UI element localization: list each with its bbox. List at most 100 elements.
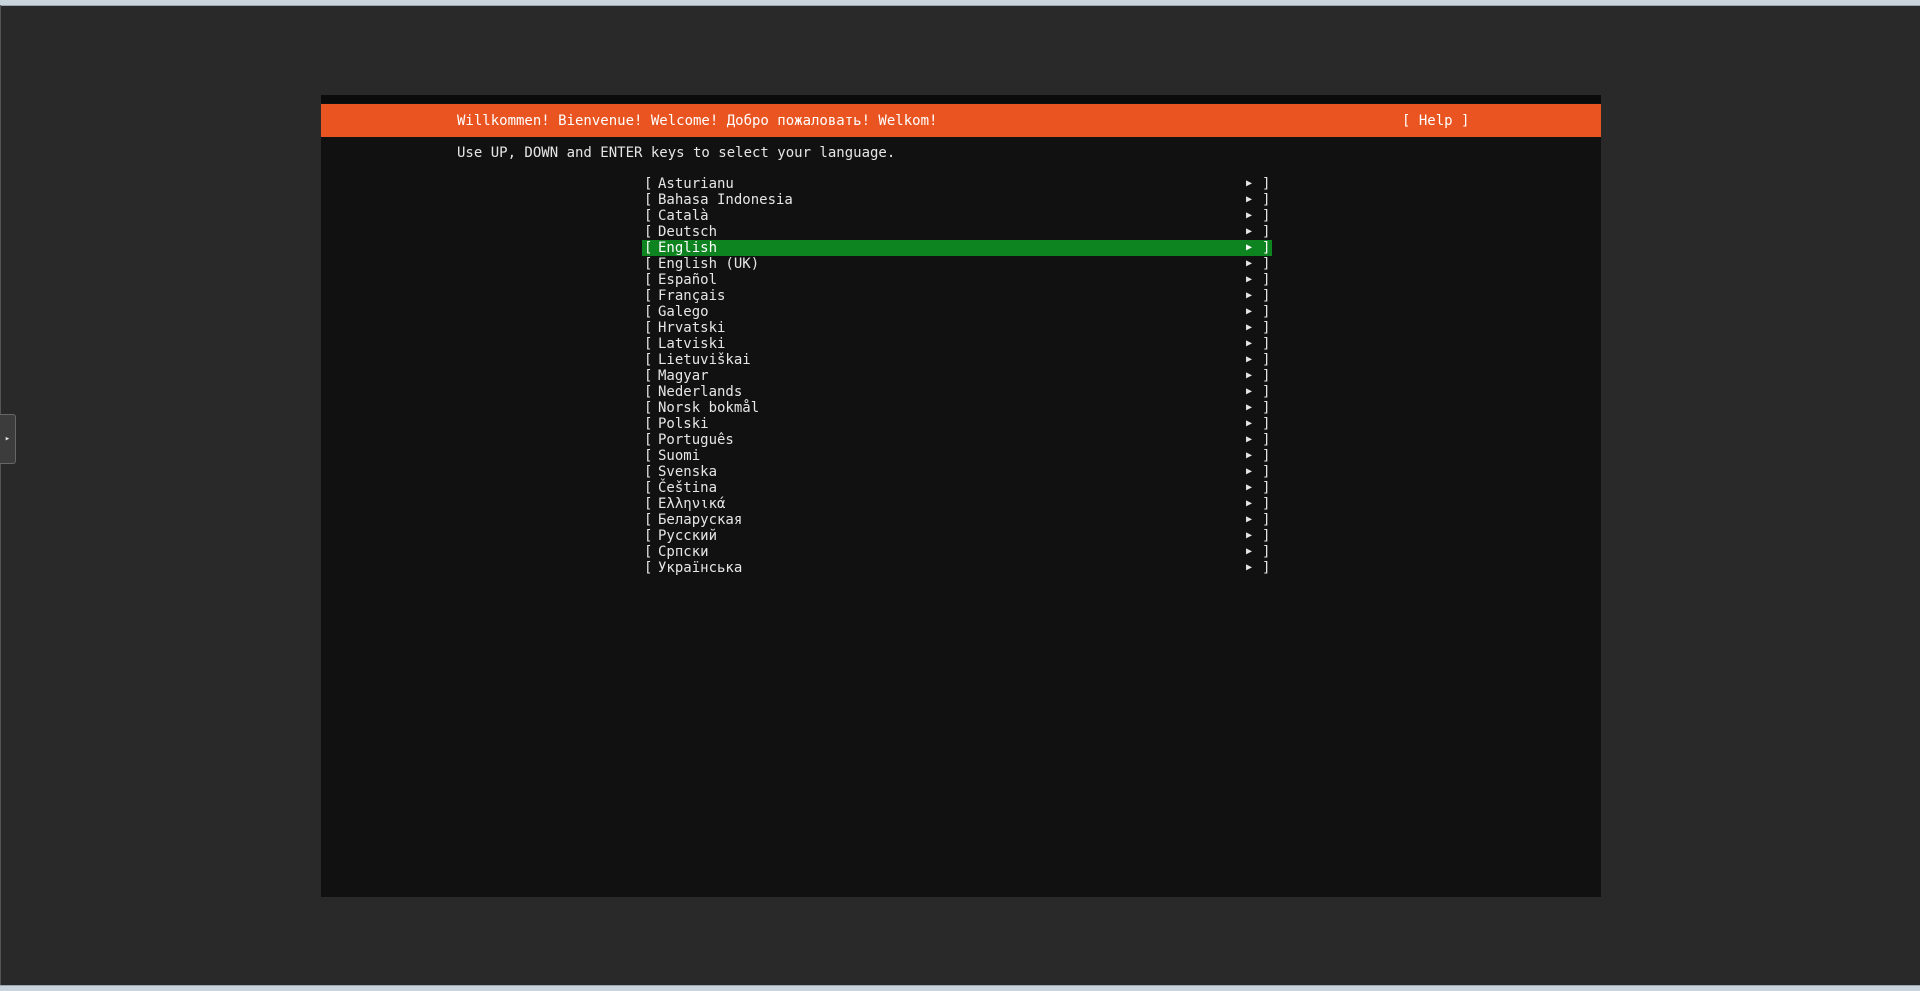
language-option-label: Polski [658,416,709,432]
language-option[interactable]: [Français ▶] [642,288,1272,304]
bracket-open: [ [644,560,653,576]
bracket-open: [ [644,384,653,400]
bracket-close: ] [1262,240,1271,256]
triangle-right-icon: ▶ [1246,434,1253,445]
console-top-strip [321,95,1601,103]
bracket-open: [ [644,224,653,240]
bracket-open: [ [644,352,653,368]
bracket-open: [ [644,320,653,336]
bracket-open: [ [644,256,653,272]
help-button[interactable]: [ Help ] [1402,113,1469,129]
bracket-open: [ [644,240,653,256]
bracket-close: ] [1262,384,1271,400]
bracket-close: ] [1262,256,1271,272]
triangle-right-icon: ▶ [1246,338,1253,349]
bracket-open: [ [644,304,653,320]
language-option-label: Ελληνικά [658,496,726,512]
language-option-label: Asturianu [658,176,734,192]
bracket-close: ] [1262,432,1271,448]
bracket-close: ] [1262,208,1271,224]
language-option[interactable]: [English ▶] [642,240,1272,256]
language-option[interactable]: [Ελληνικά ▶] [642,496,1272,512]
bracket-close: ] [1262,544,1271,560]
bracket-close: ] [1262,224,1271,240]
language-option[interactable]: [Português ▶] [642,432,1272,448]
triangle-right-icon: ▶ [1246,226,1253,237]
language-option-label: Latviski [658,336,726,352]
bracket-open: [ [644,192,653,208]
triangle-right-icon: ▶ [1246,514,1253,525]
language-option-label: Magyar [658,368,709,384]
language-option[interactable]: [Magyar ▶] [642,368,1272,384]
language-option-label: Deutsch [658,224,718,240]
bracket-close: ] [1262,464,1271,480]
bracket-open: [ [644,528,653,544]
language-option-label: Galego [658,304,709,320]
triangle-right-icon: ▶ [1246,482,1253,493]
language-option[interactable]: [Latviski ▶] [642,336,1272,352]
language-option[interactable]: [Galego ▶] [642,304,1272,320]
triangle-right-icon: ▶ [1246,418,1253,429]
bracket-open: [ [644,512,653,528]
sidebar-toggle-handle[interactable]: ▸ [0,414,16,464]
triangle-right-icon: ▶ [1246,562,1253,573]
bracket-close: ] [1262,480,1271,496]
language-option[interactable]: [Hrvatski ▶] [642,320,1272,336]
language-option[interactable]: [Српски ▶] [642,544,1272,560]
language-option[interactable]: [ Nederlands ▶] [642,384,1272,400]
bracket-close: ] [1262,320,1271,336]
triangle-right-icon: ▶ [1246,306,1253,317]
bracket-close: ] [1262,352,1271,368]
language-option-label: Suomi [658,448,701,464]
instructions-text: Use UP, DOWN and ENTER keys to select yo… [457,145,896,161]
triangle-right-icon: ▶ [1246,178,1253,189]
language-option[interactable]: [ Deutsch ▶] [642,224,1272,240]
bracket-close: ] [1262,272,1271,288]
bracket-close: ] [1262,400,1271,416]
bracket-close: ] [1262,288,1271,304]
language-option[interactable]: [Bahasa Indonesia ▶] [642,192,1272,208]
language-option-label: Čeština [658,480,718,496]
bracket-open: [ [644,208,653,224]
language-option[interactable]: [Русский ▶] [642,528,1272,544]
bracket-close: ] [1262,416,1271,432]
triangle-right-icon: ▶ [1246,274,1253,285]
bracket-open: [ [644,448,653,464]
language-option[interactable]: [ Polski ▶] [642,416,1272,432]
language-option[interactable]: [Беларуская ▶] [642,512,1272,528]
language-option-label: English [658,240,718,256]
triangle-right-icon: ▶ [1246,322,1253,333]
triangle-right-icon: ▶ [1246,290,1253,301]
language-option-label: Українська [658,560,743,576]
language-option[interactable]: [English (UK) ▶] [642,256,1272,272]
language-option[interactable]: [Lietuviškai ▶] [642,352,1272,368]
language-option-label: Español [658,272,718,288]
language-option-label: Português [658,432,734,448]
language-option[interactable]: [Català ▶] [642,208,1272,224]
triangle-right-icon: ▶ [1246,450,1253,461]
language-option[interactable]: [Українська ▶] [642,560,1272,576]
language-option[interactable]: [Español ▶] [642,272,1272,288]
language-option[interactable]: [Asturianu ▶] [642,176,1272,192]
bracket-open: [ [644,496,653,512]
bracket-open: [ [644,176,653,192]
language-option[interactable]: [Suomi ▶] [642,448,1272,464]
language-option-label: Nederlands [658,384,743,400]
triangle-right-icon: ▶ [1246,546,1253,557]
window-left-edge [0,5,1,985]
welcome-title: Willkommen! Bienvenue! Welcome! Добро по… [457,113,938,129]
bracket-open: [ [644,336,653,352]
language-option[interactable]: [Svenska ▶] [642,464,1272,480]
installer-console: Willkommen! Bienvenue! Welcome! Добро по… [321,95,1601,897]
window-top-border [0,0,1920,6]
language-option[interactable]: [Čeština ▶] [642,480,1272,496]
language-option[interactable]: [Norsk bokmål ▶] [642,400,1272,416]
triangle-right-icon: ▶ [1246,386,1253,397]
triangle-right-icon: ▶ [1246,194,1253,205]
language-option-label: Беларуская [658,512,743,528]
language-option-label: Norsk bokmål [658,400,760,416]
bracket-close: ] [1262,192,1271,208]
header-bar: Willkommen! Bienvenue! Welcome! Добро по… [321,104,1601,137]
language-option-label: Lietuviškai [658,352,751,368]
bracket-open: [ [644,416,653,432]
